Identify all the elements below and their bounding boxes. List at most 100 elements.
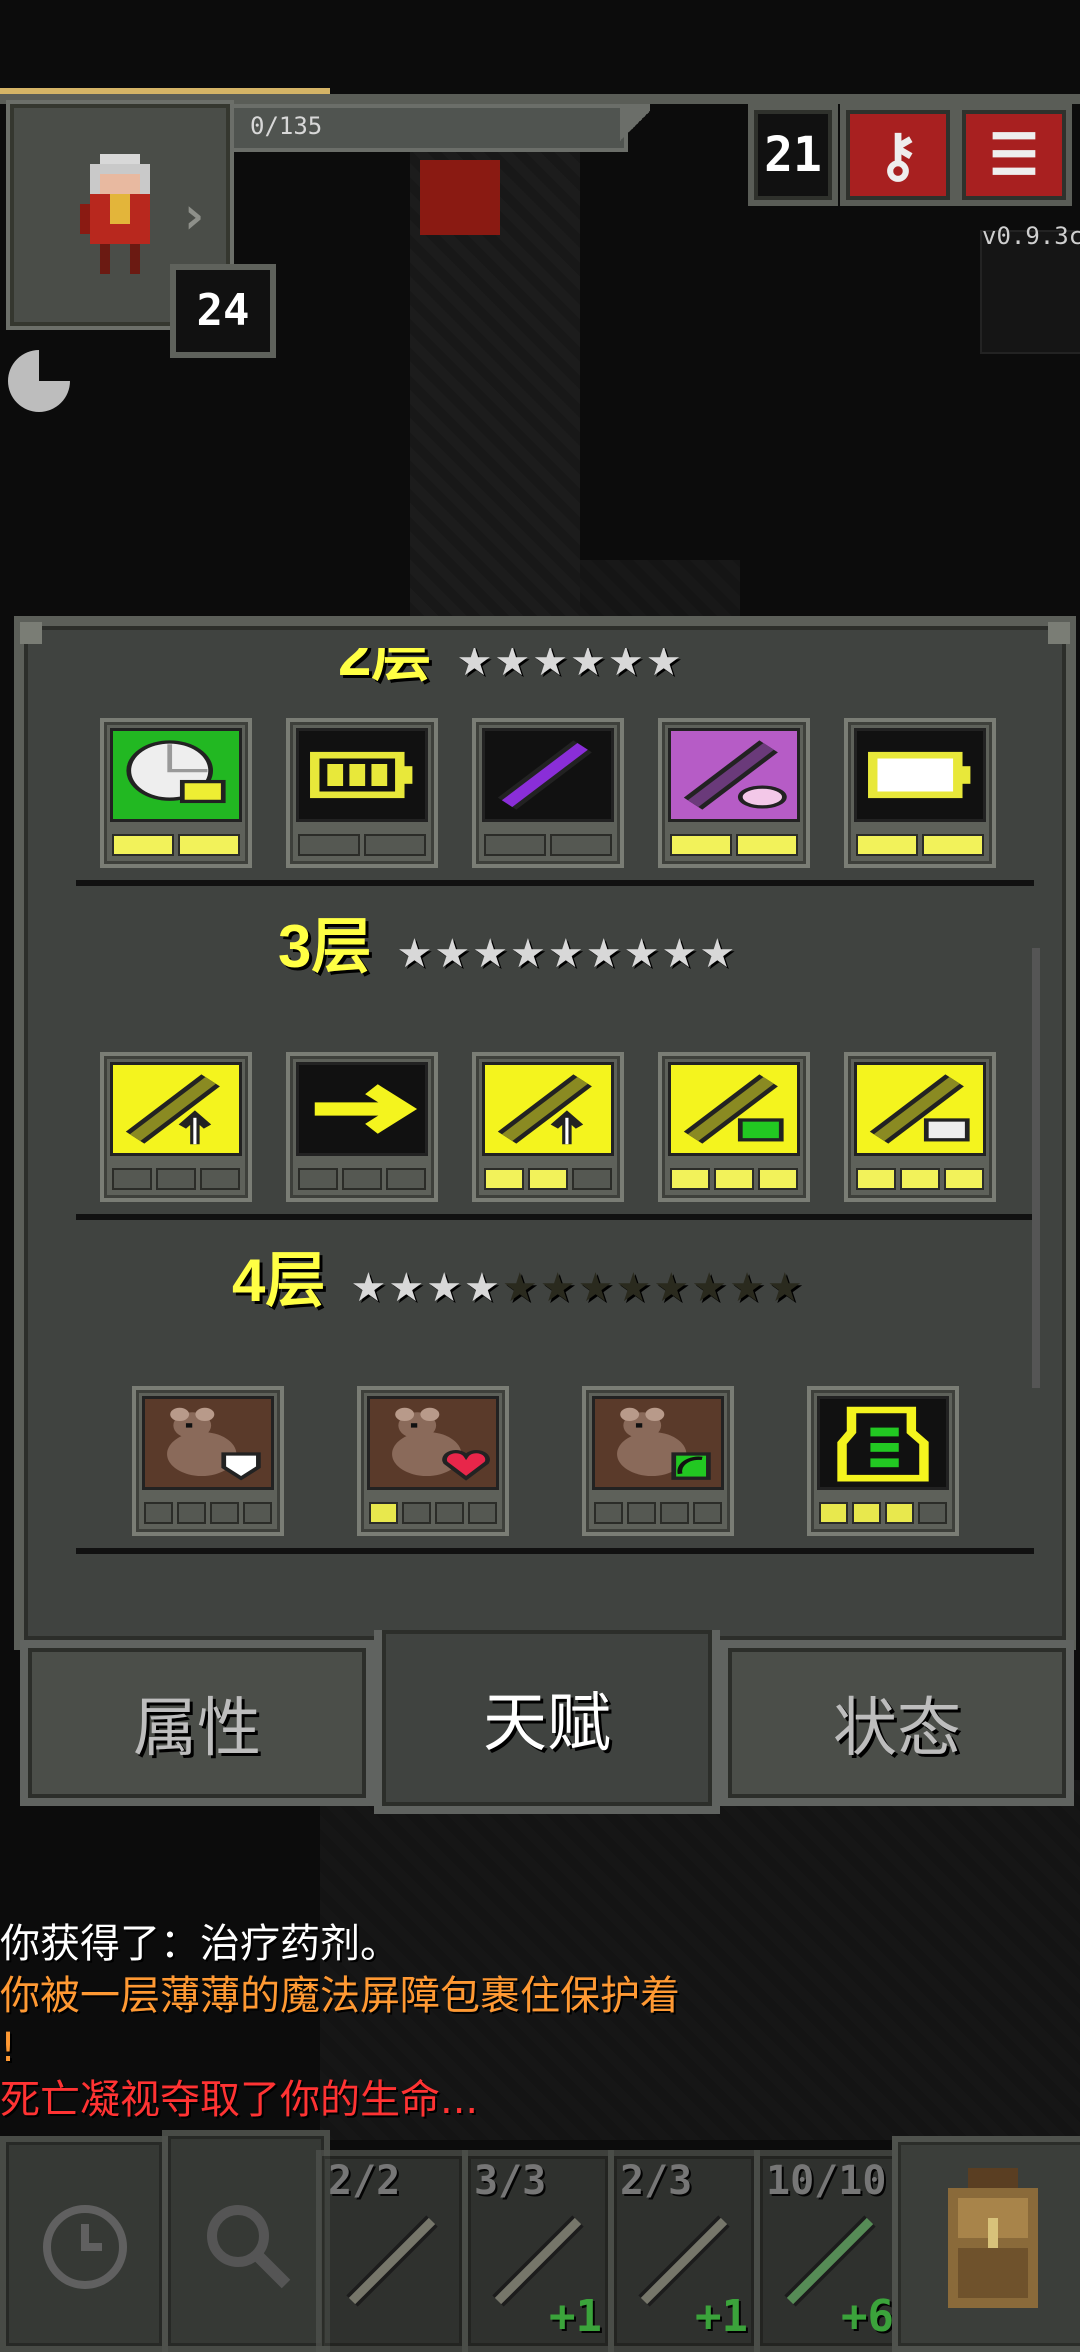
tab-talents[interactable]: 天赋 — [374, 1630, 720, 1814]
tab-talents-label: 天赋 — [483, 1687, 611, 1759]
talents-scroll-area[interactable]: 2层 ★★★★★★ 3层 ★★★★★★★★★ 4层 ★★★★★★★★★★★★ — [38, 648, 1042, 1638]
talent-star: ★ — [577, 1265, 616, 1311]
depth-button[interactable]: 21 — [748, 104, 838, 206]
talent-star: ★ — [464, 1265, 502, 1311]
talent-star: ★ — [539, 1265, 578, 1311]
talent-slot[interactable] — [472, 718, 624, 868]
talent-point-pip — [178, 834, 240, 856]
talent-points — [290, 1162, 434, 1198]
quickslot-charges: 2/3 — [620, 2158, 693, 2204]
talent-point-pip — [693, 1502, 722, 1524]
talent-point-pip — [670, 834, 732, 856]
quickslot[interactable]: 3/3 +1 — [462, 2150, 614, 2352]
talent-point-pip — [298, 834, 360, 856]
shield-clock-icon — [110, 728, 242, 822]
quickslot[interactable]: 10/10 +6 — [754, 2150, 906, 2352]
backpack-button[interactable] — [892, 2136, 1080, 2352]
talent-points — [104, 1162, 248, 1198]
talent-point-pip — [627, 1502, 656, 1524]
talent-star: ★ — [472, 931, 511, 977]
talent-slot[interactable] — [357, 1386, 509, 1536]
hero-level-badge: 24 — [170, 264, 276, 358]
talent-slot[interactable] — [658, 1052, 810, 1202]
talent-point-pip — [736, 834, 798, 856]
quickslot[interactable]: 2/3 +1 — [608, 2150, 760, 2352]
version-label: v0.9.3c — [982, 222, 1080, 250]
search-button[interactable] — [162, 2130, 330, 2352]
talent-slot[interactable] — [286, 718, 438, 868]
talent-star: ★ — [661, 931, 700, 977]
quickslot-bar: 2/2 3/3 +1 2/3 +1 10/10 +6 — [316, 2150, 906, 2352]
staff-white-battery-icon — [854, 1062, 986, 1156]
hud-bar-bevel — [620, 104, 650, 148]
talent-slot[interactable] — [100, 718, 252, 868]
talent-point-pip — [298, 1168, 338, 1190]
tab-stats-label: 属性 — [133, 1692, 261, 1764]
panel-corner — [20, 622, 42, 644]
wand-icon — [346, 2215, 438, 2307]
right-arrow-icon — [296, 1062, 428, 1156]
talent-points — [476, 828, 620, 864]
log-line: ! — [0, 2025, 17, 2071]
talent-point-pip — [758, 1168, 798, 1190]
talent-slot[interactable] — [844, 718, 996, 868]
tier4-header: 4层 ★★★★★★★★★★★★ — [232, 1232, 805, 1319]
quickslot[interactable]: 2/2 — [316, 2150, 468, 2352]
tier2-stars: ★★★★★★ — [456, 648, 684, 685]
talent-slot[interactable] — [472, 1052, 624, 1202]
tab-buffs[interactable]: 状态 — [720, 1640, 1074, 1806]
talent-points — [290, 828, 434, 864]
log-line: 死亡凝视夺取了你的生命... — [0, 2077, 479, 2123]
quickslot-charges: 3/3 — [474, 2158, 547, 2204]
talent-points — [586, 1496, 730, 1532]
key-icon: ⚷ — [876, 121, 920, 189]
talent-slot[interactable] — [132, 1386, 284, 1536]
talent-star: ★ — [585, 931, 624, 977]
talents-scrollbar[interactable] — [1032, 948, 1040, 1388]
talent-point-pip — [435, 1502, 464, 1524]
experience-bar: 0/135 — [230, 104, 628, 152]
talent-point-pip — [572, 1168, 612, 1190]
journal-key-button[interactable]: ⚷ — [840, 104, 956, 206]
talent-star: ★ — [396, 931, 435, 977]
tab-stats[interactable]: 属性 — [20, 1640, 374, 1806]
tier4-row — [76, 1386, 1036, 1546]
tier4-label: 4层 — [232, 1247, 326, 1314]
talent-point-pip — [550, 834, 612, 856]
talent-slot[interactable] — [582, 1386, 734, 1536]
talent-points — [848, 1162, 992, 1198]
menu-button[interactable]: ☰ — [956, 104, 1072, 206]
tier2-label: 2层 — [338, 648, 432, 688]
rat-heart-icon — [367, 1396, 499, 1490]
talent-slot[interactable] — [286, 1052, 438, 1202]
wait-pie-icon[interactable] — [6, 348, 72, 414]
log-line: 你被一层薄薄的魔法屏障包裹住保护着 — [0, 1973, 680, 2019]
talent-point-pip — [200, 1168, 240, 1190]
talent-star: ★ — [653, 1265, 692, 1311]
talent-point-pip — [144, 1502, 173, 1524]
menu-lines-icon: ☰ — [988, 122, 1040, 188]
purple-staff-icon — [482, 728, 614, 822]
talent-point-pip — [670, 1168, 710, 1190]
wait-button[interactable] — [0, 2136, 168, 2352]
talent-point-pip — [714, 1168, 754, 1190]
talent-star: ★ — [729, 1265, 767, 1311]
wall-banner — [420, 160, 500, 235]
talent-point-pip — [594, 1502, 623, 1524]
staff-eye-icon — [668, 728, 800, 822]
talent-slot[interactable] — [807, 1386, 959, 1536]
talent-points — [662, 1162, 806, 1198]
talent-point-pip — [386, 1168, 426, 1190]
tier3-header: 3层 ★★★★★★★★★ — [278, 898, 737, 985]
talent-slot[interactable] — [658, 718, 810, 868]
talent-slot[interactable] — [100, 1052, 252, 1202]
talent-points — [136, 1496, 280, 1532]
talent-point-pip — [900, 1168, 940, 1190]
talent-point-pip — [402, 1502, 431, 1524]
tab-buffs-label: 状态 — [833, 1692, 961, 1764]
talent-slot[interactable] — [844, 1052, 996, 1202]
talent-point-pip — [468, 1502, 497, 1524]
talent-points — [811, 1496, 955, 1532]
tier-divider — [76, 1214, 1034, 1220]
talent-point-pip — [484, 834, 546, 856]
